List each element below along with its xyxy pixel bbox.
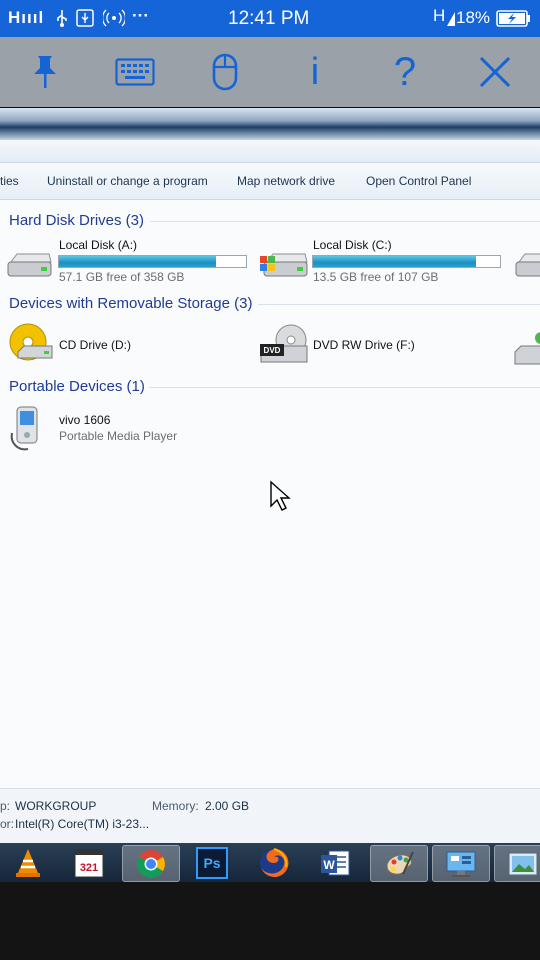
battery-icon (496, 10, 530, 27)
more-icon: ··· (132, 6, 149, 25)
mouse-pointer-icon (270, 480, 291, 511)
drive-c-usage-fill (313, 256, 476, 267)
network-type: H (433, 6, 446, 25)
vivo-device-name: vivo 1606 (59, 413, 111, 427)
media-player-classic-icon: 321 (74, 848, 104, 877)
mouse-icon (212, 53, 238, 91)
taskbar-photo-viewer[interactable] (494, 845, 540, 882)
taskbar-photoshop[interactable]: Ps (184, 845, 240, 880)
info-button[interactable]: i (290, 47, 340, 97)
usb-debug-icon (76, 9, 94, 27)
svg-text:W: W (323, 858, 335, 872)
memory-value: 2.00 GB (205, 799, 250, 813)
windows-drive-icon (260, 253, 308, 277)
drive-a-item[interactable] (5, 248, 53, 287)
open-control-panel-button[interactable]: Open Control Panel (366, 174, 471, 188)
drive-c-item[interactable] (259, 248, 309, 287)
portable-phone-icon (10, 406, 38, 451)
vlc-icon (16, 848, 40, 877)
properties-button[interactable]: ties (0, 174, 19, 188)
drive-a-usage-bar (58, 255, 247, 268)
signal-bars-icon (447, 12, 455, 26)
vivo-device-item[interactable] (8, 403, 48, 458)
info-icon: i (310, 50, 320, 93)
taskbar-vlc[interactable] (0, 845, 56, 880)
search-bar[interactable] (0, 140, 540, 163)
svg-text:321: 321 (80, 862, 98, 874)
paint-icon (386, 851, 414, 875)
firefox-icon (260, 847, 289, 877)
taskbar-mpc[interactable]: 321 (61, 845, 117, 880)
usb-icon (57, 10, 67, 27)
help-button[interactable]: ? (380, 47, 430, 97)
hard-drive-icon (7, 253, 52, 277)
pin-button[interactable] (20, 47, 70, 97)
cd-drive-name: CD Drive (D:) (59, 338, 131, 352)
dvd-drive-name: DVD RW Drive (F:) (313, 338, 415, 352)
workgroup-label: p: (0, 799, 11, 813)
taskbar-control-panel[interactable] (432, 845, 490, 882)
drive-c-free-space: 13.5 GB free of 107 GB (313, 270, 439, 284)
processor-label: or: (0, 817, 15, 831)
status-bar: Hıııl ··· 12:41 PM H 18% (0, 0, 540, 37)
cd-drive-item[interactable] (8, 322, 54, 373)
cd-drive-icon (9, 323, 53, 361)
photoshop-icon: Ps (196, 846, 228, 879)
taskbar-paint[interactable] (370, 845, 428, 882)
close-button[interactable] (470, 47, 520, 97)
pin-icon (34, 56, 56, 88)
status-time: 12:41 PM (228, 8, 310, 29)
map-network-drive-button[interactable]: Map network drive (237, 174, 335, 188)
hard-drive-icon (515, 253, 540, 277)
dvd-badge: DVD (264, 346, 281, 355)
drive-a-name: Local Disk (A:) (59, 238, 138, 252)
mouse-button[interactable] (200, 47, 250, 97)
signal-indicator: Hıııl (8, 8, 45, 27)
keyboard-button[interactable] (110, 47, 160, 97)
dvd-drive-item[interactable]: DVD (259, 322, 309, 373)
control-panel-icon (446, 851, 476, 877)
chrome-icon (137, 849, 165, 878)
close-icon (479, 56, 511, 88)
remote-desktop: ties Uninstall or change a program Map n… (0, 108, 540, 843)
details-pane: p: WORKGROUP Memory: 2.00 GB or: Intel(R… (0, 788, 540, 843)
address-bar[interactable] (0, 108, 540, 140)
photo-viewer-icon (508, 852, 538, 875)
battery-percent: 18% (456, 8, 491, 27)
section-removable[interactable]: Devices with Removable Storage (3) (9, 295, 252, 312)
taskbar-chrome[interactable] (122, 845, 180, 882)
workgroup-value: WORKGROUP (15, 799, 97, 813)
removable-drive-icon (514, 332, 540, 365)
phone-bottom-area (0, 882, 540, 960)
section-hard-disks[interactable]: Hard Disk Drives (3) (9, 212, 144, 229)
drive-partial-item[interactable] (513, 248, 540, 287)
taskbar: 321 Ps W (0, 843, 540, 882)
dvd-drive-icon: DVD (260, 324, 308, 363)
removable-partial-item[interactable] (513, 324, 540, 373)
word-icon: W (321, 850, 350, 875)
drive-c-name: Local Disk (C:) (313, 238, 392, 252)
drive-a-usage-fill (59, 256, 217, 267)
keyboard-icon (115, 58, 155, 86)
help-icon: ? (393, 49, 417, 94)
hotspot-icon (103, 9, 125, 27)
taskbar-firefox[interactable] (246, 845, 302, 880)
section-divider (149, 387, 540, 388)
command-bar: ties Uninstall or change a program Map n… (0, 163, 540, 200)
drive-c-usage-bar (312, 255, 501, 268)
drive-a-free-space: 57.1 GB free of 358 GB (59, 270, 185, 284)
section-portable[interactable]: Portable Devices (1) (9, 378, 145, 395)
vivo-device-type: Portable Media Player (59, 429, 178, 443)
remote-toolbar: i ? (0, 37, 540, 107)
section-divider (150, 221, 540, 222)
uninstall-button[interactable]: Uninstall or change a program (47, 174, 208, 188)
section-divider (258, 304, 540, 305)
memory-label: Memory: (152, 799, 199, 813)
taskbar-word[interactable]: W (307, 845, 363, 880)
processor-value: Intel(R) Core(TM) i3-23... (15, 817, 150, 831)
